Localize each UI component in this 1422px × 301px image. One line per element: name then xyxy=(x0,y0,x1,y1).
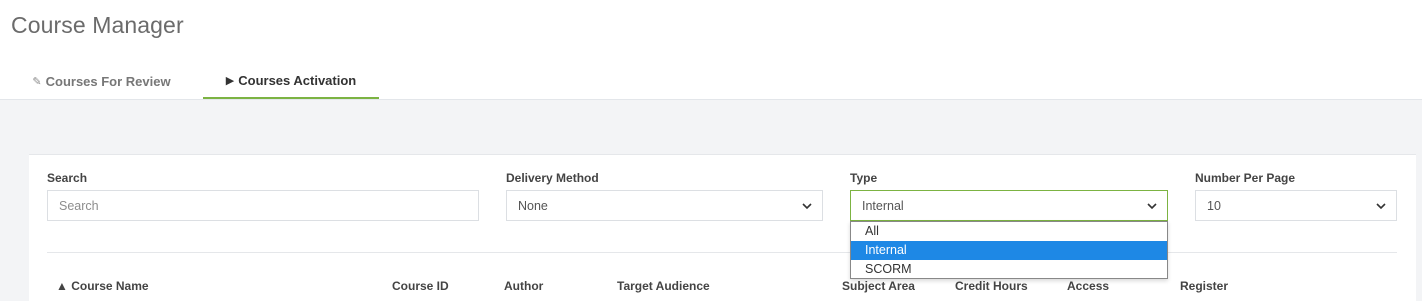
column-header-course-name[interactable]: ▲ Course Name xyxy=(56,279,149,293)
tab-label: Courses Activation xyxy=(238,73,357,88)
column-header-credit-hours[interactable]: Credit Hours xyxy=(955,279,1028,293)
delivery-method-select[interactable]: None xyxy=(506,190,823,221)
tab-courses-for-review[interactable]: ✎ Courses For Review xyxy=(0,64,203,99)
search-label: Search xyxy=(47,171,88,185)
chevron-down-icon xyxy=(802,203,812,210)
delivery-method-value: None xyxy=(518,198,548,213)
column-header-course-id[interactable]: Course ID xyxy=(392,279,449,293)
tab-courses-activation[interactable]: ▶ Courses Activation xyxy=(203,64,379,99)
tab-label: Courses For Review xyxy=(45,74,171,89)
search-input[interactable]: Search xyxy=(47,190,479,221)
type-option-internal[interactable]: Internal xyxy=(851,241,1167,260)
column-header-author[interactable]: Author xyxy=(504,279,543,293)
type-option-scorm[interactable]: SCORM xyxy=(851,260,1167,279)
column-header-access[interactable]: Access xyxy=(1067,279,1109,293)
type-label: Type xyxy=(850,171,878,185)
number-per-page-value: 10 xyxy=(1207,198,1221,213)
pencil-icon: ✎ xyxy=(32,76,42,88)
column-header-subject-area[interactable]: Subject Area xyxy=(842,279,915,293)
column-header-target-audience[interactable]: Target Audience xyxy=(617,279,710,293)
tab-bar: ✎ Courses For Review ▶ Courses Activatio… xyxy=(0,64,1422,100)
number-per-page-label: Number Per Page xyxy=(1195,171,1296,185)
type-value: Internal xyxy=(862,198,904,213)
play-icon: ▶ xyxy=(225,75,235,87)
type-select[interactable]: Internal xyxy=(850,190,1168,221)
delivery-method-label: Delivery Method xyxy=(506,171,599,185)
divider xyxy=(47,252,1397,253)
type-dropdown-list: All Internal SCORM xyxy=(850,221,1168,279)
search-placeholder: Search xyxy=(59,198,99,213)
type-option-all[interactable]: All xyxy=(851,222,1167,241)
number-per-page-select[interactable]: 10 xyxy=(1195,190,1397,221)
chevron-down-icon xyxy=(1376,203,1386,210)
page-title: Course Manager xyxy=(11,12,184,38)
chevron-down-icon xyxy=(1147,203,1157,210)
column-header-register[interactable]: Register xyxy=(1180,279,1228,293)
